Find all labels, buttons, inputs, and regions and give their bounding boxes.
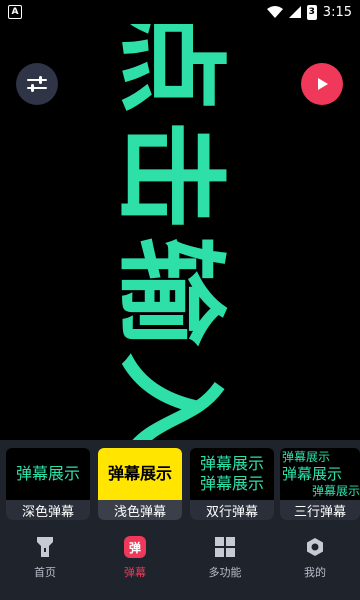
card-preview: 弹幕展示 弹幕展示 — [190, 448, 274, 500]
card-preview: 弹幕展示 — [6, 448, 90, 500]
style-card-double[interactable]: 弹幕展示 弹幕展示 双行弹幕 — [190, 448, 274, 520]
preview-line: 弹幕展示 — [312, 484, 360, 498]
style-card-triple[interactable]: 弹幕展示 弹幕展示 弹幕展示 三行弹幕 — [280, 448, 360, 520]
play-button[interactable] — [301, 63, 343, 105]
cellular-icon — [288, 6, 301, 18]
battery-icon: 3 — [306, 4, 317, 20]
nav-label: 多功能 — [208, 566, 242, 579]
flashlight-icon — [34, 536, 56, 558]
card-caption: 双行弹幕 — [190, 500, 274, 520]
settings-button[interactable] — [16, 63, 58, 105]
card-caption: 三行弹幕 — [280, 500, 360, 520]
nav-item-mine[interactable]: 我的 — [270, 524, 360, 600]
status-bar: A 3 3:15 — [0, 0, 360, 24]
grid-icon — [214, 536, 236, 558]
style-card-dark[interactable]: 弹幕展示 深色弹幕 — [6, 448, 90, 520]
sliders-icon — [27, 76, 47, 92]
card-preview: 弹幕展示 — [98, 448, 182, 500]
preview-line: 弹幕展示 — [282, 450, 331, 464]
preview-line: 弹幕展示 — [199, 454, 264, 473]
danmaku-text[interactable]: 点击输入 — [106, 24, 234, 440]
preview-line: 弹幕展示 — [15, 464, 80, 483]
nav-item-danmaku[interactable]: 弹 弹幕 — [90, 524, 180, 600]
app-notification-icon: A — [8, 5, 22, 19]
card-caption: 深色弹幕 — [6, 500, 90, 520]
preview-line: 弹幕展示 — [199, 474, 264, 493]
nav-item-multi[interactable]: 多功能 — [180, 524, 270, 600]
nav-label: 我的 — [304, 566, 326, 579]
danmaku-icon: 弹 — [124, 536, 146, 558]
bottom-nav: 首页 弹 弹幕 多功能 我的 — [0, 524, 360, 600]
style-panel: 弹幕展示 深色弹幕 弹幕展示 浅色弹幕 弹幕展示 弹幕展示 双行弹幕 弹幕展示 … — [0, 440, 360, 524]
nav-item-home[interactable]: 首页 — [0, 524, 90, 600]
nav-label: 首页 — [34, 566, 56, 579]
wifi-icon — [266, 6, 283, 18]
card-preview: 弹幕展示 弹幕展示 弹幕展示 — [280, 448, 360, 500]
card-caption: 浅色弹幕 — [98, 500, 182, 520]
gear-icon — [304, 536, 326, 558]
nav-label: 弹幕 — [124, 566, 146, 579]
style-card-light[interactable]: 弹幕展示 浅色弹幕 — [98, 448, 182, 520]
status-time: 3:15 — [322, 4, 352, 20]
play-icon — [318, 78, 328, 90]
preview-line: 弹幕展示 — [282, 465, 343, 483]
preview-line: 弹幕展示 — [107, 464, 172, 483]
battery-level: 3 — [308, 7, 315, 17]
